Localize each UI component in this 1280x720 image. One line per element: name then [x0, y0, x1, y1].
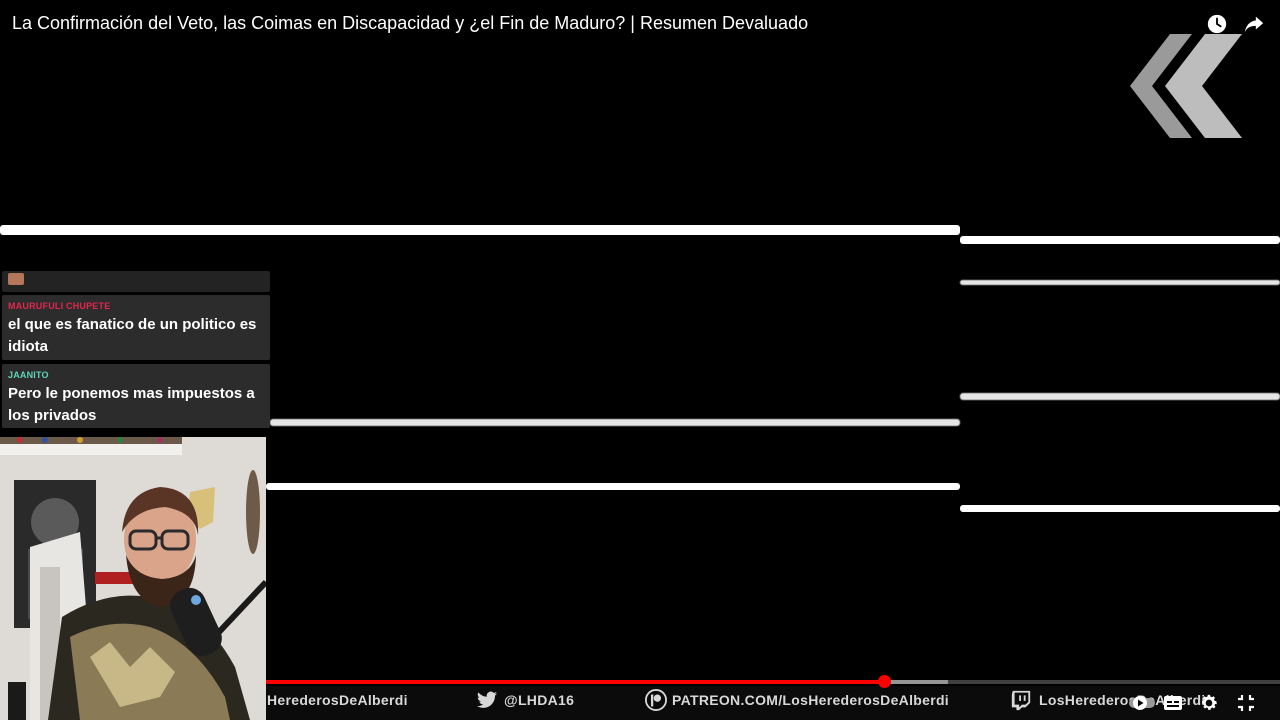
captions-icon	[1164, 696, 1182, 710]
chat-username: MAURUFULI CHUPETE	[8, 301, 111, 311]
settings-button[interactable]	[1197, 691, 1221, 715]
chat-message: JAANITO Pero le ponemos mas impuestos a …	[2, 364, 270, 428]
autoplay-toggle-icon	[1129, 696, 1155, 710]
video-streak	[960, 236, 1280, 244]
progress-scrubber-handle[interactable]	[878, 675, 891, 688]
clock-icon	[1207, 14, 1227, 34]
channel-logo-chevrons	[1130, 34, 1242, 138]
video-streak	[960, 393, 1280, 400]
twitch-icon	[1011, 690, 1031, 711]
progress-buffered	[885, 680, 948, 684]
streamer-image	[0, 437, 266, 720]
video-streak	[266, 483, 960, 490]
share-arrow-icon	[1244, 16, 1264, 33]
chat-emote	[8, 273, 24, 285]
chat-previous-message	[2, 271, 270, 292]
exit-fullscreen-button[interactable]	[1234, 691, 1258, 715]
progress-played	[266, 680, 885, 684]
gear-icon	[1202, 694, 1217, 710]
autoplay-toggle[interactable]	[1128, 691, 1158, 715]
video-streak	[960, 505, 1280, 512]
chat-message: MAURUFULI CHUPETE el que es fanatico de …	[2, 295, 270, 360]
webcam-feed	[0, 437, 266, 720]
patreon-icon	[645, 689, 667, 711]
share-button[interactable]	[1242, 12, 1266, 36]
chat-text: Pero le ponemos mas impuestos a los priv…	[8, 385, 255, 424]
chat-text: el que es fanatico de un politico es idi…	[8, 316, 257, 355]
twitter-bird-icon	[476, 691, 498, 708]
banner-twitter-handle: @LHDA16	[504, 692, 575, 708]
watch-later-button[interactable]	[1205, 12, 1229, 36]
banner-channel-name: HerederosDeAlberdi	[267, 692, 408, 708]
video-streak	[960, 280, 1280, 285]
exit-fullscreen-icon	[1238, 695, 1254, 711]
chat-username: JAANITO	[8, 370, 49, 380]
captions-button[interactable]	[1161, 691, 1185, 715]
video-title: La Confirmación del Veto, las Coimas en …	[12, 13, 809, 33]
video-streak	[0, 225, 960, 235]
banner-patreon-url: PATREON.COM/LosHerederosDeAlberdi	[672, 692, 949, 708]
video-streak	[270, 419, 960, 426]
